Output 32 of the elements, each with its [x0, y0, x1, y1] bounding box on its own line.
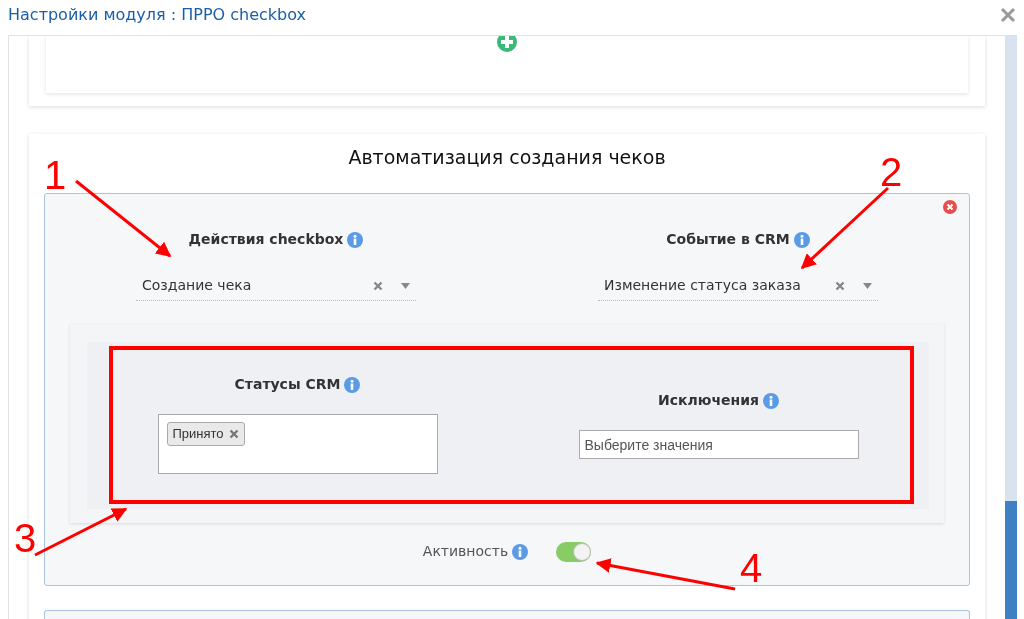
scrollbar[interactable] [1005, 35, 1017, 619]
info-icon[interactable] [344, 376, 361, 393]
remove-icon[interactable] [228, 428, 239, 439]
caret-icon[interactable] [863, 282, 872, 289]
caret-icon[interactable] [401, 282, 410, 289]
clear-icon[interactable] [835, 280, 845, 291]
field-label: Событие в CRM [666, 230, 790, 249]
remove-icon[interactable] [943, 200, 957, 214]
select-field[interactable]: Создание чека [136, 271, 416, 301]
add-icon[interactable] [497, 36, 517, 52]
select-input-field[interactable]: Выберите значения [578, 430, 859, 459]
annotation-number: 1 [44, 155, 67, 195]
clear-icon[interactable] [373, 280, 383, 291]
section-title: Автоматизация создания чеков [348, 146, 666, 168]
toggle-switch[interactable] [556, 541, 592, 562]
close-icon[interactable] [1000, 6, 1016, 23]
multi-select-field[interactable]: Принято [157, 414, 438, 474]
info-icon[interactable] [793, 231, 810, 248]
info-icon[interactable] [763, 392, 779, 409]
annotation-number: 3 [14, 518, 37, 558]
select-field[interactable]: Изменение статуса заказа [598, 271, 878, 301]
info-icon[interactable] [347, 231, 364, 248]
info-icon[interactable] [512, 543, 529, 560]
scrollbar-thumb[interactable] [1005, 501, 1017, 619]
field-label: Активность [422, 542, 509, 561]
annotation-number: 4 [740, 548, 763, 588]
field-label: Исключения [658, 391, 759, 410]
annotation-number: 2 [880, 152, 903, 192]
field-label: Статусы CRM [234, 375, 341, 394]
dialog-title: Настройки модуля : ПРРО checkbox [8, 4, 307, 25]
selected-tag[interactable]: Принято [166, 422, 245, 446]
field-label: Действия checkbox [188, 230, 344, 249]
